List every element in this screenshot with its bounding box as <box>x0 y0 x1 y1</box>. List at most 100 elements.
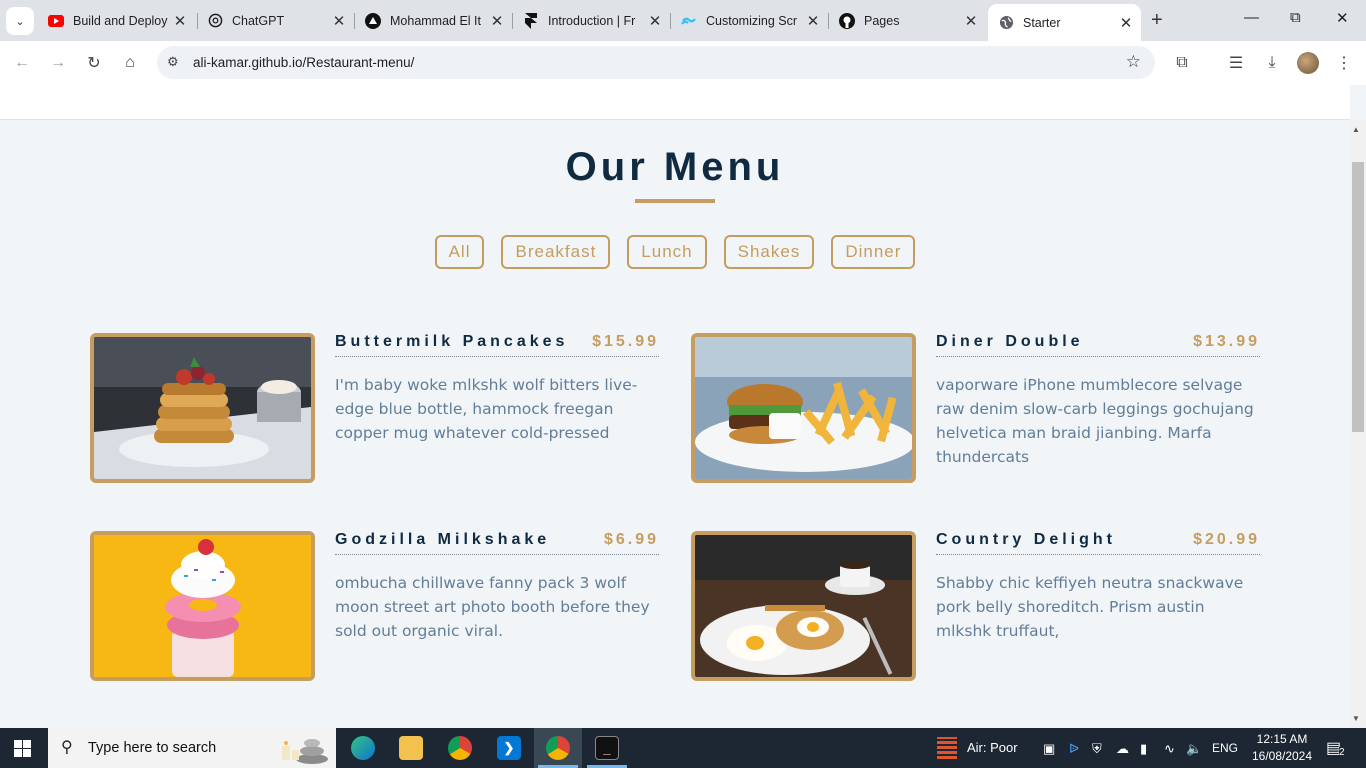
media-control-icon[interactable]: ☰ <box>1226 53 1246 73</box>
extensions-icon[interactable]: ⧉ <box>1172 53 1192 73</box>
close-icon[interactable]: ✕ <box>1117 14 1135 32</box>
url-text[interactable]: ali-kamar.github.io/Restaurant-menu/ <box>193 55 414 70</box>
notification-count: 2 <box>1339 747 1345 758</box>
github-icon <box>839 12 855 29</box>
chatgpt-icon <box>207 13 223 29</box>
tab-chatgpt[interactable]: ChatGPT ✕ <box>197 6 354 35</box>
chevron-down-icon: ⌄ <box>15 15 25 28</box>
item-price: $20.99 <box>1193 531 1260 548</box>
tab-starter[interactable]: Starter ✕ <box>988 4 1141 41</box>
tab-strip: ⌄ Build and Deploy ✕ ChatGPT ✕ Mohammad … <box>0 0 1366 41</box>
file-explorer-icon[interactable] <box>399 736 423 760</box>
item-header: Buttermilk Pancakes $15.99 <box>335 333 659 357</box>
scrollbar-thumb[interactable] <box>1352 162 1364 432</box>
address-bar[interactable]: ⚙ ali-kamar.github.io/Restaurant-menu/ ☆ <box>157 46 1155 79</box>
home-icon[interactable]: ⌂ <box>120 53 140 73</box>
menu-item: Godzilla Milkshake $6.99 ombucha chillwa… <box>90 531 660 681</box>
item-name: Buttermilk Pancakes <box>335 333 569 350</box>
reload-icon[interactable]: ↻ <box>84 53 104 73</box>
tablet-icon[interactable]: ▣ <box>1043 741 1055 757</box>
chrome-icon[interactable] <box>448 736 472 760</box>
site-settings-icon[interactable]: ⚙ <box>167 54 179 70</box>
battery-icon[interactable]: ▮ <box>1140 741 1147 757</box>
filter-lunch-button[interactable]: Lunch <box>627 235 707 269</box>
filter-dinner-button[interactable]: Dinner <box>831 235 916 269</box>
browser-toolbar: ← → ↻ ⌂ ⚙ ali-kamar.github.io/Restaurant… <box>0 41 1366 85</box>
close-icon[interactable]: ✕ <box>171 12 189 30</box>
tailwind-icon <box>681 13 697 29</box>
back-icon[interactable]: ← <box>12 53 32 73</box>
taskbar-search-box[interactable]: ⚲ Type here to search <box>48 728 336 768</box>
filter-shakes-button[interactable]: Shakes <box>723 235 815 269</box>
filter-all-button[interactable]: All <box>434 235 485 269</box>
filter-bar: All Breakfast Lunch Shakes Dinner <box>0 235 1350 269</box>
item-description: vaporware iPhone mumblecore selvage raw … <box>936 376 1254 466</box>
volume-icon[interactable]: 🔈 <box>1186 741 1202 757</box>
tab-title: Pages <box>864 13 900 28</box>
windows-start-icon[interactable] <box>14 740 31 757</box>
scroll-down-icon[interactable]: ▼ <box>1352 714 1360 723</box>
tab-customizing[interactable]: Customizing Scr ✕ <box>671 6 828 35</box>
title-underline <box>635 199 715 203</box>
security-icon[interactable]: ⛨ <box>1092 741 1102 757</box>
profile-avatar[interactable] <box>1297 52 1319 74</box>
page-viewport: Our Menu All Breakfast Lunch Shakes Dinn… <box>0 85 1350 728</box>
close-icon[interactable]: ✕ <box>804 12 822 30</box>
menu-item: Country Delight $20.99 Shabby chic keffi… <box>691 531 1261 681</box>
tab-build-and-deploy[interactable]: Build and Deploy ✕ <box>38 6 195 35</box>
downloads-icon[interactable]: ⤓ <box>1262 53 1282 73</box>
tab-title: Customizing Scr <box>706 13 797 28</box>
item-name: Country Delight <box>936 531 1116 548</box>
item-header: Diner Double $13.99 <box>936 333 1260 357</box>
item-name: Diner Double <box>936 333 1084 350</box>
air-quality-icon[interactable] <box>937 737 957 759</box>
tab-title: Starter <box>1023 15 1061 30</box>
clock-date[interactable]: 16/08/2024 <box>1249 749 1315 763</box>
close-icon[interactable]: ✕ <box>330 12 348 30</box>
wifi-icon[interactable]: ∿ <box>1164 741 1175 757</box>
vscode-icon[interactable]: ❯ <box>497 736 521 760</box>
terminal-icon[interactable]: _ <box>595 736 619 760</box>
milkshake-image <box>90 531 315 681</box>
tab-introduction[interactable]: Introduction | Fr ✕ <box>513 6 670 35</box>
page-top-band <box>0 85 1350 120</box>
item-price: $13.99 <box>1193 333 1260 350</box>
close-icon[interactable]: ✕ <box>488 12 506 30</box>
search-highlight-image <box>282 739 328 764</box>
close-icon[interactable]: ✕ <box>962 12 980 30</box>
globe-icon <box>998 15 1014 31</box>
youtube-icon <box>48 13 64 29</box>
search-placeholder: Type here to search <box>88 740 217 756</box>
close-icon[interactable]: ✕ <box>646 12 664 30</box>
restore-icon[interactable]: ⧉ <box>1290 9 1301 26</box>
edge-icon[interactable] <box>351 736 375 760</box>
minimize-icon[interactable]: — <box>1244 9 1259 26</box>
item-name: Godzilla Milkshake <box>335 531 551 548</box>
item-description: ombucha chillwave fanny pack 3 wolf moon… <box>335 574 650 640</box>
pancakes-image <box>90 333 315 483</box>
tab-search-button[interactable]: ⌄ <box>6 7 34 35</box>
menu-kebab-icon[interactable]: ⋮ <box>1334 53 1354 73</box>
bookmark-star-icon[interactable]: ☆ <box>1126 52 1141 72</box>
weather-text[interactable]: Air: Poor <box>967 740 1018 755</box>
item-price: $15.99 <box>592 333 659 350</box>
clock-time[interactable]: 12:15 AM <box>1251 732 1313 746</box>
new-tab-icon[interactable]: + <box>1151 9 1163 32</box>
chrome-active-icon[interactable] <box>546 736 570 760</box>
tab-mohammad[interactable]: Mohammad El It ✕ <box>355 6 512 35</box>
tab-title: Build and Deploy <box>73 13 168 28</box>
page-title: Our Menu <box>565 145 785 189</box>
tab-pages[interactable]: Pages ✕ <box>829 6 986 35</box>
forward-icon[interactable]: → <box>48 53 68 73</box>
item-header: Country Delight $20.99 <box>936 531 1260 555</box>
eggs-image <box>691 531 916 681</box>
onedrive-icon[interactable]: ☁ <box>1116 741 1129 757</box>
tab-title: Introduction | Fr <box>548 13 636 28</box>
scroll-up-icon[interactable]: ▲ <box>1352 125 1360 134</box>
language-indicator[interactable]: ENG <box>1212 741 1238 755</box>
close-window-icon[interactable]: ✕ <box>1336 9 1349 27</box>
filter-breakfast-button[interactable]: Breakfast <box>501 235 611 269</box>
windows-taskbar: ⚲ Type here to search ❯ _ Air: Poor ▣ ᐉ … <box>0 728 1366 768</box>
bluetooth-icon[interactable]: ᐉ <box>1069 741 1079 757</box>
item-description: I'm baby woke mlkshk wolf bitters live-e… <box>335 376 638 442</box>
